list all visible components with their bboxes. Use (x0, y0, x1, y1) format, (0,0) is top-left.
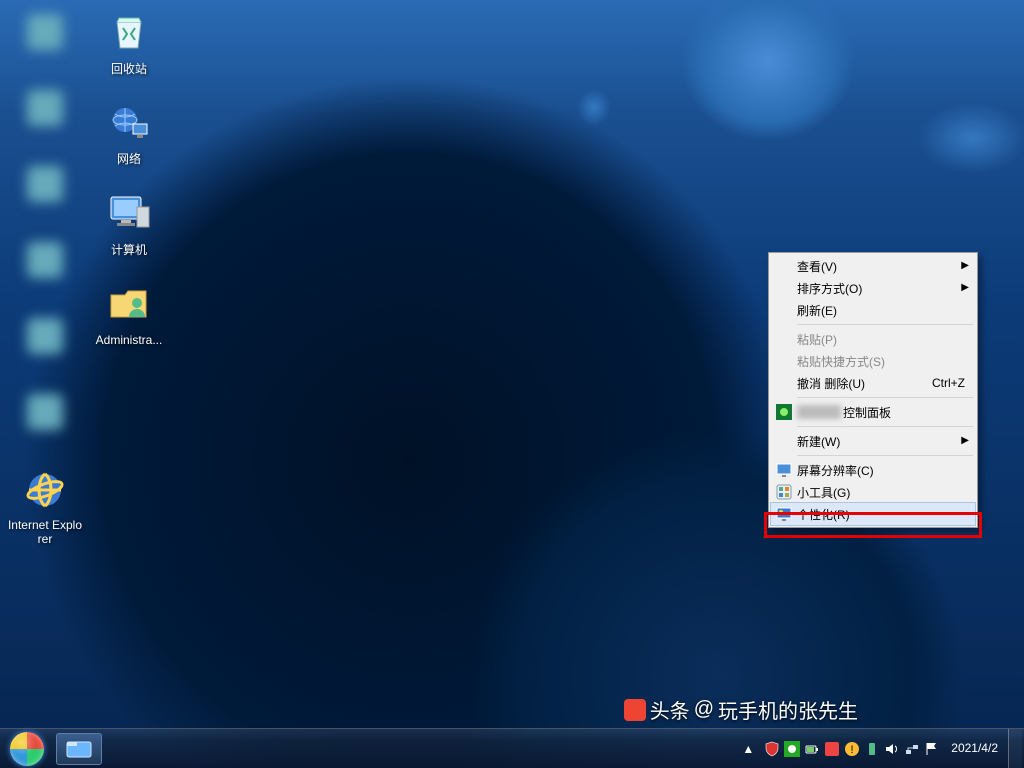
menu-item-label: 小工具(G) (797, 484, 965, 501)
menu-item: 粘贴(P) (771, 328, 975, 350)
desktop-icon-label: 计算机 (111, 243, 147, 257)
submenu-arrow-icon: ▶ (961, 435, 969, 446)
submenu-arrow-icon: ▶ (961, 282, 969, 293)
tray-speaker-icon[interactable] (883, 740, 901, 758)
desktop-icon-label: 回收站 (111, 62, 147, 76)
personalize-icon (775, 505, 793, 523)
desktop-icon-label: Administra... (96, 333, 163, 347)
desktop[interactable]: Internet Explorer 回收站网络计算机Administra... … (0, 0, 1024, 768)
taskbar-button-explorer[interactable] (56, 733, 102, 765)
nvidia-icon (775, 403, 793, 421)
start-button[interactable] (0, 729, 54, 768)
desktop-context-menu[interactable]: 查看(V)▶排序方式(O)▶刷新(E)粘贴(P)粘贴快捷方式(S)撤消 删除(U… (768, 252, 978, 528)
desktop-icon[interactable]: 网络 (86, 98, 172, 166)
desktop-icon[interactable]: 计算机 (86, 189, 172, 257)
app-icon (21, 8, 69, 56)
submenu-arrow-icon: ▶ (961, 260, 969, 271)
explorer-icon (66, 739, 92, 759)
tray-usb-icon[interactable] (863, 740, 881, 758)
desktop-icon[interactable] (2, 160, 88, 214)
windows-orb-icon (10, 732, 44, 766)
tray-nvidia-icon[interactable] (783, 740, 801, 758)
watermark-prefix: 头条 (650, 695, 690, 724)
menu-item-label: 屏幕分辨率(C) (797, 462, 965, 479)
tray-av-icon[interactable] (823, 740, 841, 758)
desktop-icon[interactable] (2, 312, 88, 366)
menu-item-label: 撤消 删除(U) (797, 375, 908, 392)
tray-shield-icon[interactable] (763, 740, 781, 758)
menu-item[interactable]: 查看(V)▶ (771, 255, 975, 277)
menu-separator (797, 397, 973, 398)
tray-battery-icon[interactable] (803, 740, 821, 758)
tray-net-alert-icon[interactable]: ! (843, 740, 861, 758)
taskbar: ▲ ! 2021/4/2 (0, 728, 1024, 768)
menu-item-label: 粘贴(P) (797, 331, 965, 348)
menu-item: 粘贴快捷方式(S) (771, 350, 975, 372)
menu-item-label: 粘贴快捷方式(S) (797, 353, 965, 370)
menu-separator (797, 455, 973, 456)
desktop-icon[interactable]: 回收站 (86, 8, 172, 76)
app-icon (21, 312, 69, 360)
recycle-icon (105, 8, 153, 56)
desktop-icon[interactable] (2, 236, 88, 290)
menu-item[interactable]: 小工具(G) (771, 481, 975, 503)
menu-item[interactable]: 撤消 删除(U) Ctrl+Z (771, 372, 975, 394)
desktop-icon-label: 网络 (117, 152, 141, 166)
taskbar-clock[interactable]: 2021/4/2 (943, 741, 1006, 755)
desktop-icon[interactable] (2, 84, 88, 138)
menu-item[interactable]: 屏幕分辨率(C) (771, 459, 975, 481)
app-icon (21, 84, 69, 132)
network-icon (105, 98, 153, 146)
menu-separator (797, 324, 973, 325)
desktop-icon[interactable] (2, 8, 88, 62)
blurred-text (797, 405, 841, 419)
app-icon (21, 236, 69, 284)
tray-network-icon[interactable] (903, 740, 921, 758)
watermark-logo-icon (624, 699, 646, 721)
menu-item-label: 个性化(R) (797, 506, 965, 523)
screen-icon (775, 461, 793, 479)
menu-item[interactable]: 个性化(R) (771, 503, 975, 525)
folder-user-icon (105, 279, 153, 327)
menu-item[interactable]: 控制面板 (771, 401, 975, 423)
desktop-icon[interactable]: Administra... (86, 279, 172, 347)
tray-expand-button[interactable]: ▲ (739, 734, 757, 764)
svg-text:!: ! (851, 744, 854, 756)
menu-item-label: 排序方式(O) (797, 280, 965, 297)
menu-item-label: 查看(V) (797, 258, 965, 275)
desktop-icons-col2: 回收站网络计算机 Administra... (86, 8, 172, 348)
menu-item[interactable]: 刷新(E) (771, 299, 975, 321)
menu-item-label: 控制面板 (843, 404, 965, 421)
watermark-name: 玩手机的张先生 (718, 695, 858, 724)
menu-item-accelerator: Ctrl+Z (932, 376, 965, 390)
menu-item-label: 刷新(E) (797, 302, 965, 319)
system-tray: ▲ ! 2021/4/2 (739, 729, 1024, 768)
ie-icon (21, 464, 69, 512)
desktop-icons-col1: Internet Explorer (0, 0, 90, 555)
menu-item-label: 新建(W) (797, 433, 965, 450)
menu-separator (797, 426, 973, 427)
desktop-icon[interactable]: Internet Explorer (2, 464, 88, 547)
app-icon (21, 388, 69, 436)
computer-icon (105, 189, 153, 237)
watermark: 头条 @玩手机的张先生 (624, 695, 858, 724)
watermark-at: @ (694, 698, 714, 721)
menu-item[interactable]: 排序方式(O)▶ (771, 277, 975, 299)
taskbar-date: 2021/4/2 (951, 741, 998, 755)
menu-item[interactable]: 新建(W)▶ (771, 430, 975, 452)
desktop-icon[interactable] (2, 388, 88, 442)
app-icon (21, 160, 69, 208)
desktop-icon-label: Internet Explorer (7, 518, 83, 547)
tray-flag-icon[interactable] (923, 740, 941, 758)
show-desktop-button[interactable] (1008, 729, 1022, 768)
gadget-icon (775, 483, 793, 501)
